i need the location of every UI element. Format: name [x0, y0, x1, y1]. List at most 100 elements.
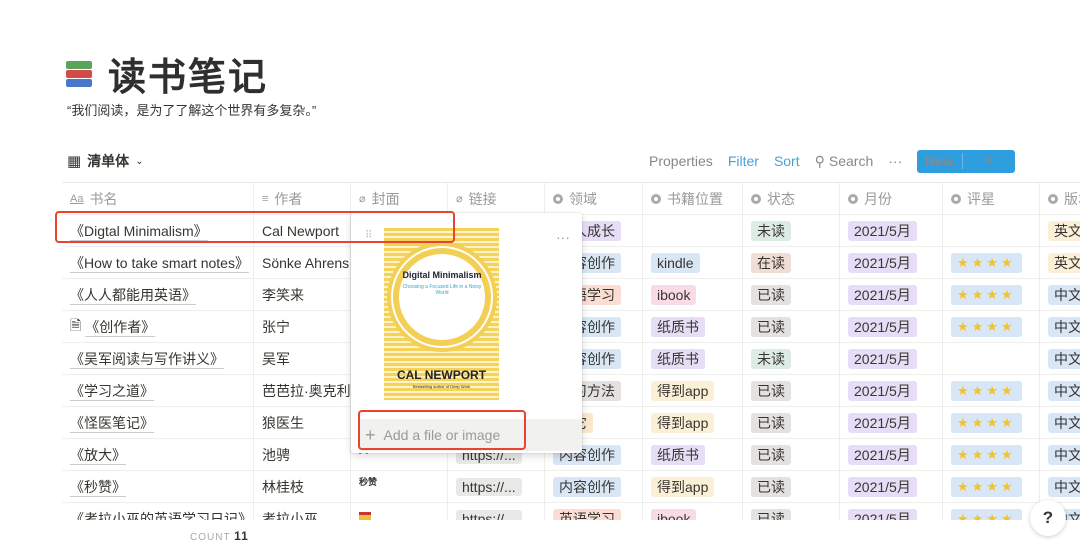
month-cell[interactable]: 2021/5月: [840, 471, 943, 502]
month-cell[interactable]: 2021/5月: [840, 279, 943, 310]
rating-cell[interactable]: ★★★★: [943, 247, 1040, 278]
cover-thumbnail[interactable]: 秒赞: [359, 477, 377, 497]
properties-button[interactable]: Properties: [649, 153, 713, 169]
more-options-icon[interactable]: ···: [556, 229, 570, 245]
name-cell[interactable]: 《考拉小巫的英语学习日记》: [62, 503, 254, 520]
table-row[interactable]: 《考拉小巫的英语学习日记》 考拉小巫 https://... 英语学习 ibook 已读 2…: [62, 503, 1080, 520]
location-cell[interactable]: 得到app: [643, 471, 743, 502]
book-name[interactable]: 《How to take smart notes》: [70, 253, 249, 273]
column-header[interactable]: 状态: [743, 183, 840, 214]
name-cell[interactable]: 《放大》: [62, 439, 254, 470]
location-cell[interactable]: 得到app: [643, 407, 743, 438]
sort-button[interactable]: Sort: [774, 153, 800, 169]
name-cell[interactable]: 🗎 《创作者》: [62, 311, 254, 342]
name-cell[interactable]: 《学习之道》: [62, 375, 254, 406]
month-cell[interactable]: 2021/5月: [840, 247, 943, 278]
status-cell[interactable]: 已读: [743, 311, 840, 342]
more-button[interactable]: ···: [888, 153, 902, 169]
author-cell[interactable]: Sönke Ahrens: [254, 247, 351, 278]
month-cell[interactable]: 2021/5月: [840, 503, 943, 520]
name-cell[interactable]: 《秒赞》: [62, 471, 254, 502]
rating-cell[interactable]: ★★★★: [943, 471, 1040, 502]
location-cell[interactable]: 纸质书: [643, 439, 743, 470]
cover-cell[interactable]: [351, 503, 448, 520]
domain-cell[interactable]: 内容创作: [545, 471, 643, 502]
author-cell[interactable]: 吴军: [254, 343, 351, 374]
location-cell[interactable]: ibook: [643, 279, 743, 310]
author-cell[interactable]: 芭芭拉·奥克利: [254, 375, 351, 406]
help-button[interactable]: ?: [1030, 500, 1066, 536]
month-cell[interactable]: 2021/5月: [840, 407, 943, 438]
month-cell[interactable]: 2021/5月: [840, 375, 943, 406]
column-header[interactable]: 月份: [840, 183, 943, 214]
status-cell[interactable]: 已读: [743, 375, 840, 406]
filter-button[interactable]: Filter: [728, 153, 759, 169]
location-cell[interactable]: 纸质书: [643, 311, 743, 342]
location-cell[interactable]: [643, 215, 743, 246]
edition-cell[interactable]: 英文: [1040, 247, 1080, 278]
column-header[interactable]: 书籍位置: [643, 183, 743, 214]
book-name[interactable]: 《创作者》: [85, 317, 155, 337]
name-cell[interactable]: 《吴军阅读与写作讲义》: [62, 343, 254, 374]
edition-cell[interactable]: 英文: [1040, 215, 1080, 246]
status-cell[interactable]: 未读: [743, 343, 840, 374]
new-label[interactable]: New: [917, 153, 964, 169]
status-cell[interactable]: 未读: [743, 215, 840, 246]
domain-cell[interactable]: 英语学习: [545, 503, 643, 520]
location-cell[interactable]: 纸质书: [643, 343, 743, 374]
cover-thumbnail[interactable]: [359, 511, 371, 520]
column-header[interactable]: 领域: [545, 183, 643, 214]
column-header[interactable]: 版本: [1040, 183, 1080, 214]
rating-cell[interactable]: ★★★★: [943, 375, 1040, 406]
author-cell[interactable]: 考拉小巫: [254, 503, 351, 520]
table-row[interactable]: 《秒赞》 林桂枝 秒赞 https://... 内容创作 得到app 已读 2021/5月 ★★…: [62, 471, 1080, 503]
book-cover-image[interactable]: Digital Minimalism Choosing a Focused Li…: [384, 228, 499, 400]
name-cell[interactable]: 《怪医笔记》: [62, 407, 254, 438]
chevron-down-icon[interactable]: ▼: [978, 156, 1000, 167]
month-cell[interactable]: 2021/5月: [840, 311, 943, 342]
status-cell[interactable]: 已读: [743, 503, 840, 520]
link-value[interactable]: https://...: [456, 477, 522, 496]
new-button[interactable]: New ▼: [917, 149, 1015, 173]
link-value[interactable]: https://...: [456, 509, 522, 520]
rating-cell[interactable]: ★★★★: [943, 279, 1040, 310]
rating-cell[interactable]: ★★★★: [943, 439, 1040, 470]
location-cell[interactable]: 得到app: [643, 375, 743, 406]
status-cell[interactable]: 已读: [743, 407, 840, 438]
book-name[interactable]: 《考拉小巫的英语学习日记》: [70, 509, 252, 521]
author-cell[interactable]: 池骋: [254, 439, 351, 470]
book-name[interactable]: 《秒赞》: [70, 477, 126, 497]
search-button[interactable]: ⚲ Search: [815, 153, 874, 170]
location-cell[interactable]: kindle: [643, 247, 743, 278]
book-name[interactable]: 《人人都能用英语》: [70, 285, 196, 305]
location-cell[interactable]: ibook: [643, 503, 743, 520]
rating-cell[interactable]: ★★★★: [943, 311, 1040, 342]
column-header[interactable]: ⌀ 链接: [448, 183, 545, 214]
column-header[interactable]: ⌀ 封面: [351, 183, 448, 214]
rating-cell[interactable]: ★★★★: [943, 407, 1040, 438]
book-name[interactable]: 《放大》: [70, 445, 126, 465]
book-name[interactable]: 《吴军阅读与写作讲义》: [70, 349, 224, 369]
book-name[interactable]: 《学习之道》: [70, 381, 154, 401]
edition-cell[interactable]: 中文: [1040, 311, 1080, 342]
author-cell[interactable]: 李笑来: [254, 279, 351, 310]
rating-cell[interactable]: [943, 215, 1040, 246]
author-cell[interactable]: 狼医生: [254, 407, 351, 438]
author-cell[interactable]: 林桂枝: [254, 471, 351, 502]
view-selector[interactable]: ▦ 清单体 ⌄: [67, 151, 144, 171]
status-cell[interactable]: 已读: [743, 471, 840, 502]
rating-cell[interactable]: ★★★★: [943, 503, 1040, 520]
edition-cell[interactable]: 中文: [1040, 279, 1080, 310]
status-cell[interactable]: 已读: [743, 439, 840, 470]
month-cell[interactable]: 2021/5月: [840, 343, 943, 374]
edition-cell[interactable]: 中文: [1040, 471, 1080, 502]
column-header[interactable]: ≡ 作者: [254, 183, 351, 214]
cover-cell[interactable]: 秒赞: [351, 471, 448, 502]
book-name[interactable]: 《怪医笔记》: [70, 413, 154, 433]
name-cell[interactable]: 《How to take smart notes》: [62, 247, 254, 278]
link-cell[interactable]: https://...: [448, 471, 545, 502]
edition-cell[interactable]: 中文: [1040, 439, 1080, 470]
author-cell[interactable]: 张宁: [254, 311, 351, 342]
rating-cell[interactable]: [943, 343, 1040, 374]
edition-cell[interactable]: 中文: [1040, 407, 1080, 438]
